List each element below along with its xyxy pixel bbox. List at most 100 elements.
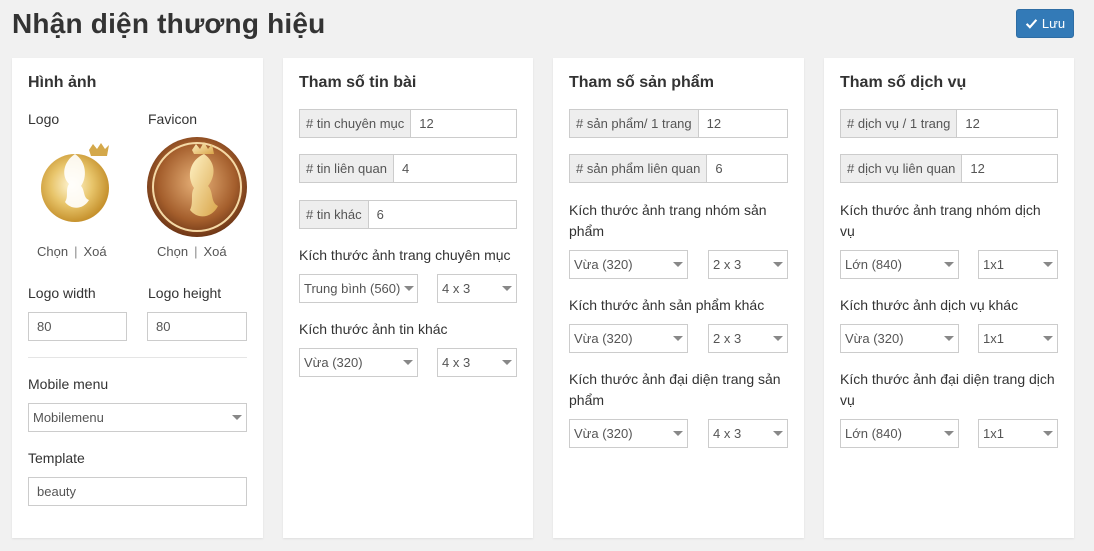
service-other-image-grid-value: 1x1: [983, 331, 1004, 346]
news-other-image-size-value: Vừa (320): [304, 355, 363, 370]
service-featured-image-size-select[interactable]: Lớn (840): [840, 419, 959, 448]
favicon-delete-link[interactable]: Xoá: [203, 244, 226, 259]
product-related-input[interactable]: 6: [707, 155, 787, 182]
chevron-down-icon: [404, 286, 415, 291]
news-other-label: # tin khác: [300, 201, 369, 228]
chevron-down-icon: [944, 431, 954, 436]
product-group-image-label: Kích thước ảnh trang nhóm sản phẩm: [569, 202, 767, 239]
chevron-down-icon: [1043, 431, 1053, 436]
chevron-down-icon: [773, 431, 783, 436]
service-group-image-size-select[interactable]: Lớn (840): [840, 250, 959, 279]
product-related-group: # sản phẩm liên quan 6: [569, 154, 788, 183]
save-button[interactable]: Lưu: [1016, 9, 1074, 38]
product-group-image-grid-value: 2 x 3: [713, 257, 742, 272]
save-button-label: Lưu: [1041, 16, 1066, 31]
product-per-page-group: # sản phẩm/ 1 trang 12: [569, 109, 788, 138]
news-category-image-label: Kích thước ảnh trang chuyên mục: [299, 247, 511, 263]
service-group-image-label: Kích thước ảnh trang nhóm dịch vụ: [840, 202, 1041, 239]
service-featured-image-label: Kích thước ảnh đại diện trang dịch vụ: [840, 371, 1055, 408]
logo-width-input[interactable]: 80: [28, 312, 127, 341]
service-other-image-size-value: Vừa (320): [845, 331, 904, 346]
service-other-image-size-select[interactable]: Vừa (320): [840, 324, 959, 353]
template-label: Template: [28, 450, 85, 466]
mobile-menu-value: Mobilemenu: [33, 410, 104, 425]
product-featured-image-label: Kích thước ảnh đại diện trang sản phẩm: [569, 371, 781, 408]
news-category-image-grid-value: 4 x 3: [442, 281, 471, 296]
service-group-image-grid-select[interactable]: 1x1: [978, 250, 1058, 279]
news-other-image-size-select[interactable]: Vừa (320): [299, 348, 418, 377]
product-per-page-input[interactable]: 12: [699, 110, 787, 137]
logo-image[interactable]: [27, 140, 127, 230]
favicon-actions: Chọn | Xoá: [157, 244, 227, 259]
service-group-image-size-value: Lớn (840): [845, 257, 902, 272]
service-related-group: # dịch vụ liên quan 12: [840, 154, 1058, 183]
product-group-image-size-select[interactable]: Vừa (320): [569, 250, 688, 279]
logo-label: Logo: [28, 111, 60, 127]
news-per-category-input[interactable]: 12: [411, 110, 516, 137]
service-featured-image-grid-value: 1x1: [983, 426, 1004, 441]
news-category-image-grid-select[interactable]: 4 x 3: [437, 274, 517, 303]
favicon-choose-link[interactable]: Chọn: [157, 244, 188, 259]
news-other-input[interactable]: 6: [369, 201, 516, 228]
product-other-image-grid-select[interactable]: 2 x 3: [708, 324, 788, 353]
chevron-down-icon: [232, 415, 242, 420]
product-featured-image-grid-select[interactable]: 4 x 3: [708, 419, 788, 448]
chevron-down-icon: [773, 262, 783, 267]
news-category-image-size-value: Trung bình (560): [304, 281, 401, 296]
chevron-down-icon: [673, 262, 683, 267]
logo-choose-link[interactable]: Chọn: [37, 244, 68, 259]
service-per-page-group: # dịch vụ / 1 trang 12: [840, 109, 1058, 138]
page-title: Nhận diện thương hiệu: [12, 8, 326, 39]
chevron-down-icon: [944, 336, 954, 341]
logo-height-label: Logo height: [148, 285, 222, 301]
chevron-down-icon: [502, 286, 512, 291]
service-other-image-grid-select[interactable]: 1x1: [978, 324, 1058, 353]
news-per-category-label: # tin chuyên mục: [300, 110, 412, 137]
news-related-label: # tin liên quan: [300, 155, 394, 182]
news-other-image-grid-value: 4 x 3: [442, 355, 471, 370]
product-other-image-size-value: Vừa (320): [574, 331, 633, 346]
chevron-down-icon: [1043, 262, 1053, 267]
logo-delete-link[interactable]: Xoá: [83, 244, 106, 259]
image-card-divider: [28, 357, 247, 358]
product-per-page-label: # sản phẩm/ 1 trang: [570, 110, 699, 137]
product-other-image-grid-value: 2 x 3: [713, 331, 742, 346]
chevron-down-icon: [773, 336, 783, 341]
mobile-menu-select[interactable]: Mobilemenu: [28, 403, 247, 432]
favicon-label: Favicon: [148, 111, 198, 127]
chevron-down-icon: [502, 360, 512, 365]
news-other-image-grid-select[interactable]: 4 x 3: [437, 348, 517, 377]
logo-width-label: Logo width: [28, 285, 96, 301]
logo-height-input[interactable]: 80: [147, 312, 247, 341]
product-related-label: # sản phẩm liên quan: [570, 155, 708, 182]
service-per-page-label: # dịch vụ / 1 trang: [841, 110, 958, 137]
service-card-title: Tham số dịch vụ: [840, 74, 967, 91]
mobile-menu-label: Mobile menu: [28, 376, 109, 392]
news-per-category-group: # tin chuyên mục 12: [299, 109, 517, 138]
favicon-image[interactable]: [146, 136, 248, 238]
service-featured-image-grid-select[interactable]: 1x1: [978, 419, 1058, 448]
news-other-group: # tin khác 6: [299, 200, 517, 229]
chevron-down-icon: [403, 360, 413, 365]
check-icon: [1025, 19, 1038, 29]
chevron-down-icon: [1043, 336, 1053, 341]
service-related-label: # dịch vụ liên quan: [841, 155, 963, 182]
product-group-image-size-value: Vừa (320): [574, 257, 633, 272]
news-other-image-label: Kích thước ảnh tin khác: [299, 321, 448, 337]
logo-actions: Chọn | Xoá: [37, 244, 107, 259]
product-card-title: Tham số sản phẩm: [569, 74, 714, 91]
service-per-page-input[interactable]: 12: [957, 110, 1057, 137]
image-card-title: Hình ảnh: [28, 74, 97, 91]
product-other-image-size-select[interactable]: Vừa (320): [569, 324, 688, 353]
chevron-down-icon: [673, 431, 683, 436]
product-group-image-grid-select[interactable]: 2 x 3: [708, 250, 788, 279]
product-featured-image-size-value: Vừa (320): [574, 426, 633, 441]
service-group-image-grid-value: 1x1: [983, 257, 1004, 272]
chevron-down-icon: [673, 336, 683, 341]
service-related-input[interactable]: 12: [962, 155, 1057, 182]
news-related-input[interactable]: 4: [394, 155, 516, 182]
template-input[interactable]: beauty: [28, 477, 247, 506]
chevron-down-icon: [944, 262, 954, 267]
news-category-image-size-select[interactable]: Trung bình (560): [299, 274, 418, 303]
product-featured-image-size-select[interactable]: Vừa (320): [569, 419, 688, 448]
